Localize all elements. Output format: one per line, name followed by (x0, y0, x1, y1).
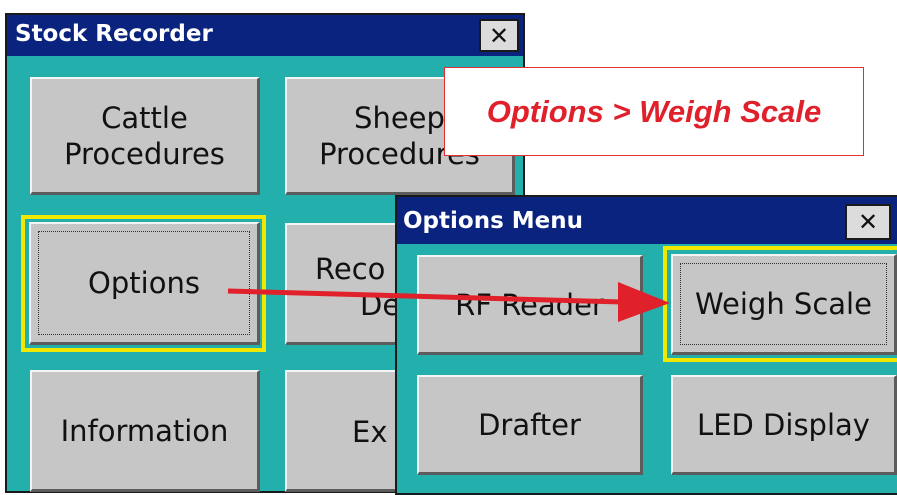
arrow-shaft (227, 288, 623, 305)
arrow-head (618, 282, 670, 322)
red-arrow-annotation (227, 282, 670, 322)
